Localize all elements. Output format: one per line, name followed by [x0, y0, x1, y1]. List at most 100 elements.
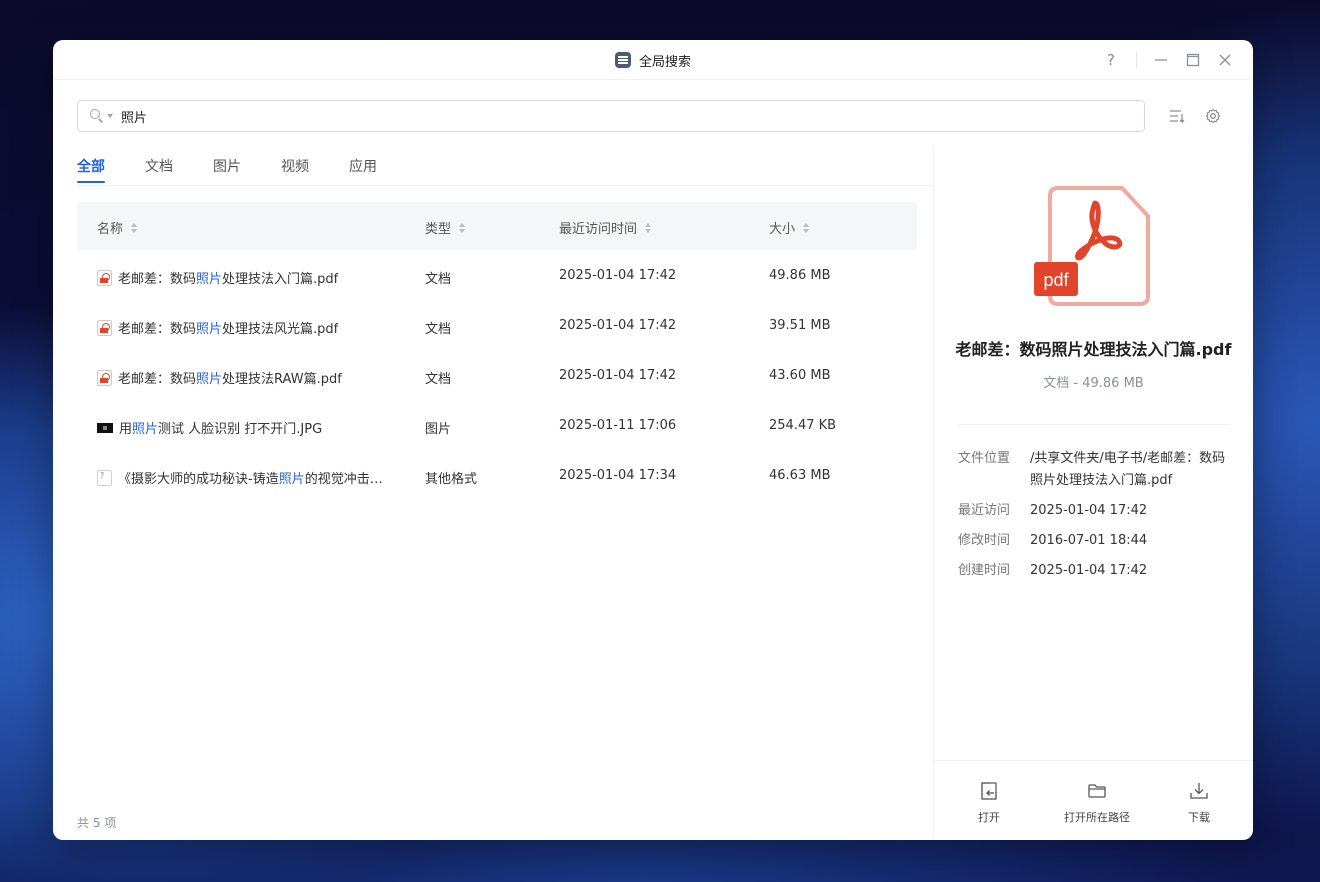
file-name: 《摄影大师的成功秘诀-铸造照片的视觉冲击…	[118, 468, 383, 487]
table-header: 名称 类型 最近访问时间 大小	[77, 202, 917, 250]
file-name-suffix: 的视觉冲击…	[304, 472, 383, 487]
file-name-prefix: 老邮差：数码	[118, 372, 197, 387]
open-location-button[interactable]: 打开所在路径	[1064, 781, 1130, 825]
download-button[interactable]: 下载	[1188, 781, 1210, 825]
pdf-preview-icon: pdf	[1034, 186, 1150, 306]
download-icon	[1190, 783, 1208, 799]
column-header-name[interactable]: 名称	[97, 218, 138, 237]
search-bar[interactable]	[77, 100, 1145, 132]
search-input[interactable]	[121, 108, 1021, 124]
file-size: 46.63 MB	[769, 468, 831, 483]
column-header-type-label: 类型	[425, 222, 452, 237]
open-button[interactable]: 打开	[978, 781, 1000, 825]
gear-icon	[1205, 108, 1221, 124]
file-name-prefix: 《摄影大师的成功秘诀-铸造	[118, 472, 279, 487]
file-type: 文档	[425, 322, 452, 337]
column-header-name-label: 名称	[97, 222, 124, 237]
file-name-prefix: 老邮差：数码	[118, 272, 197, 287]
minimize-icon	[1155, 59, 1167, 61]
minimize-button[interactable]	[1151, 50, 1171, 70]
file-size: 49.86 MB	[769, 268, 831, 283]
sort-icon	[131, 222, 138, 233]
table-row[interactable]: ? 《摄影大师的成功秘诀-铸造照片的视觉冲击… 其他格式 2025-01-04 …	[77, 451, 917, 501]
detail-accessed-label: 最近访问	[958, 503, 1011, 518]
file-name-match: 照片	[196, 272, 223, 287]
file-name-cell: ? 《摄影大师的成功秘诀-铸造照片的视觉冲击…	[97, 468, 383, 487]
file-name-suffix: 处理技法RAW篇.pdf	[222, 372, 342, 387]
detail-modified-label: 修改时间	[958, 533, 1011, 548]
detail-created-value: 2025-01-04 17:42	[1030, 563, 1148, 578]
table-row[interactable]: 老邮差：数码照片处理技法RAW篇.pdf 文档 2025-01-04 17:42…	[77, 351, 917, 401]
search-icon[interactable]	[90, 109, 104, 123]
detail-location-value: /共享文件夹/电子书/老邮差：数码照片处理技法入门篇.pdf	[1030, 451, 1226, 488]
file-type: 图片	[425, 422, 452, 437]
title-group: 全局搜索	[53, 40, 1253, 80]
search-scope-dropdown-icon[interactable]	[107, 114, 113, 118]
file-name-match: 照片	[132, 422, 159, 437]
close-button[interactable]	[1215, 50, 1235, 70]
maximize-button[interactable]	[1183, 50, 1203, 70]
tab-apps[interactable]: 应用	[349, 156, 377, 176]
help-button[interactable]: ?	[1101, 50, 1121, 70]
column-header-type[interactable]: 类型	[425, 218, 466, 237]
download-button-label: 下载	[1188, 811, 1210, 824]
file-size: 254.47 KB	[769, 418, 837, 433]
detail-created-label: 创建时间	[958, 563, 1011, 578]
column-header-size[interactable]: 大小	[769, 218, 810, 237]
detail-panel: pdf 老邮差：数码照片处理技法入门篇.pdf 文档 - 49.86 MB 文件…	[934, 146, 1253, 840]
detail-location: 文件位置 /共享文件夹/电子书/老邮差：数码照片处理技法入门篇.pdf	[958, 448, 1229, 492]
file-accessed: 2025-01-04 17:42	[559, 318, 677, 333]
sort-icon	[645, 222, 652, 233]
table-row[interactable]: 老邮差：数码照片处理技法入门篇.pdf 文档 2025-01-04 17:42 …	[77, 251, 917, 301]
title-bar: 全局搜索 ?	[53, 40, 1253, 80]
file-name-prefix: 老邮差：数码	[118, 322, 197, 337]
file-accessed: 2025-01-04 17:34	[559, 468, 677, 483]
open-file-icon	[981, 782, 997, 800]
detail-location-label: 文件位置	[958, 451, 1011, 466]
detail-modified-value: 2016-07-01 18:44	[1030, 533, 1148, 548]
global-search-app-icon	[614, 52, 631, 68]
settings-button[interactable]	[1203, 106, 1223, 126]
title-bar-separator	[1136, 52, 1137, 68]
detail-created: 创建时间 2025-01-04 17:42	[958, 560, 1229, 582]
tab-videos[interactable]: 视频	[281, 156, 309, 176]
file-type: 其他格式	[425, 472, 478, 487]
search-window: 全局搜索 ? 全部 文档	[53, 40, 1253, 840]
file-type: 文档	[425, 272, 452, 287]
file-name-cell: 用照片测试 人脸识别 打不开门.JPG	[97, 418, 322, 437]
detail-separator	[958, 424, 1229, 425]
file-name-cell: 老邮差：数码照片处理技法RAW篇.pdf	[97, 368, 342, 387]
pdf-file-icon	[97, 319, 112, 336]
detail-file-meta: 文档 - 49.86 MB	[1043, 376, 1144, 391]
column-header-size-label: 大小	[769, 222, 796, 237]
table-row[interactable]: 用照片测试 人脸识别 打不开门.JPG 图片 2025-01-11 17:06 …	[77, 401, 917, 451]
open-button-label: 打开	[978, 811, 1000, 824]
tab-images[interactable]: 图片	[213, 156, 241, 176]
unknown-file-icon: ?	[97, 469, 112, 486]
table-row[interactable]: 老邮差：数码照片处理技法风光篇.pdf 文档 2025-01-04 17:42 …	[77, 301, 917, 351]
file-name: 用照片测试 人脸识别 打不开门.JPG	[119, 418, 322, 437]
file-name: 老邮差：数码照片处理技法风光篇.pdf	[118, 318, 338, 337]
sort-icon	[459, 222, 466, 233]
tab-all[interactable]: 全部	[77, 156, 105, 183]
pdf-file-icon	[97, 269, 112, 286]
file-name-prefix: 用	[119, 422, 133, 437]
file-size: 43.60 MB	[769, 368, 831, 383]
detail-modified: 修改时间 2016-07-01 18:44	[958, 530, 1229, 552]
sort-list-button[interactable]	[1167, 106, 1187, 126]
tab-documents[interactable]: 文档	[145, 156, 173, 176]
file-name: 老邮差：数码照片处理技法入门篇.pdf	[118, 268, 338, 287]
file-name: 老邮差：数码照片处理技法RAW篇.pdf	[118, 368, 342, 387]
result-count: 共 5 项	[77, 816, 117, 830]
file-name-match: 照片	[278, 472, 305, 487]
file-name-suffix: 处理技法风光篇.pdf	[222, 322, 339, 337]
open-location-button-label: 打开所在路径	[1064, 811, 1130, 824]
file-name-match: 照片	[196, 322, 223, 337]
file-size: 39.51 MB	[769, 318, 831, 333]
column-header-accessed[interactable]: 最近访问时间	[559, 218, 652, 237]
close-icon	[1219, 54, 1231, 66]
sort-list-icon	[1170, 110, 1185, 123]
file-accessed: 2025-01-04 17:42	[559, 268, 677, 283]
file-name-suffix: 处理技法入门篇.pdf	[222, 272, 339, 287]
window-title: 全局搜索	[638, 54, 691, 70]
